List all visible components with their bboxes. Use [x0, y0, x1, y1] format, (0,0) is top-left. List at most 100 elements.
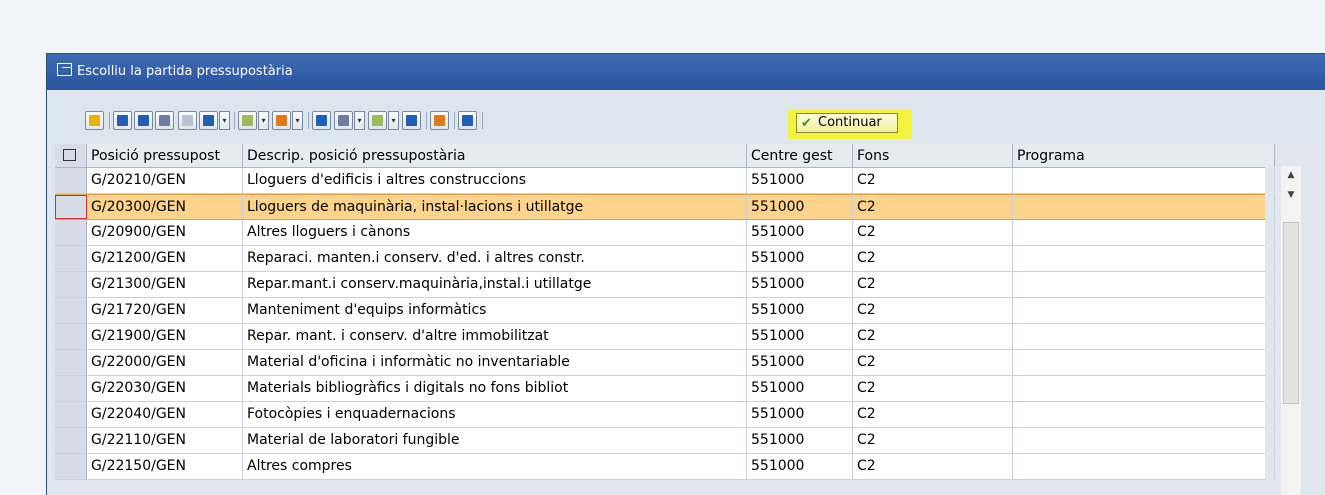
row-selector[interactable]: [55, 324, 87, 349]
cell-fons[interactable]: C2: [853, 220, 1013, 245]
col-header-fons[interactable]: Fons: [853, 144, 1013, 167]
graphic-icon[interactable]: [430, 111, 449, 130]
cell-centre[interactable]: 551000: [747, 168, 853, 193]
cell-centre[interactable]: 551000: [747, 272, 853, 297]
table-row[interactable]: G/20210/GEN Lloguers d'edificis i altres …: [55, 168, 1275, 194]
cell-fons[interactable]: C2: [853, 272, 1013, 297]
col-header-descripcio[interactable]: Descrip. posició pressupostària: [243, 144, 747, 167]
cell-programa[interactable]: [1013, 428, 1275, 453]
row-selector[interactable]: [55, 220, 87, 245]
row-selector[interactable]: [55, 298, 87, 323]
row-selector[interactable]: [55, 195, 87, 219]
scroll-up-icon[interactable]: ▲: [1281, 166, 1301, 184]
vertical-scrollbar[interactable]: ▲ ▼: [1281, 166, 1301, 495]
cell-fons[interactable]: C2: [853, 246, 1013, 271]
cell-programa[interactable]: [1013, 376, 1275, 401]
cell-fons[interactable]: C2: [853, 454, 1013, 479]
row-selector[interactable]: [55, 454, 87, 479]
cell-centre[interactable]: 551000: [747, 246, 853, 271]
row-selector[interactable]: [55, 376, 87, 401]
views-dropdown-icon[interactable]: ▾: [354, 111, 365, 130]
cell-centre[interactable]: 551000: [747, 454, 853, 479]
cell-descripcio[interactable]: Materials bibliogràfics i digitals no fo…: [243, 376, 747, 401]
cell-descripcio[interactable]: Repar. mant. i conserv. d'altre immobili…: [243, 324, 747, 349]
cell-posicio[interactable]: G/21300/GEN: [87, 272, 243, 297]
row-selector[interactable]: [55, 350, 87, 375]
cell-posicio[interactable]: G/22040/GEN: [87, 402, 243, 427]
cell-programa[interactable]: [1013, 220, 1275, 245]
cell-programa[interactable]: [1013, 324, 1275, 349]
cell-centre[interactable]: 551000: [747, 324, 853, 349]
cell-posicio[interactable]: G/22030/GEN: [87, 376, 243, 401]
cell-descripcio[interactable]: Manteniment d'equips informàtics: [243, 298, 747, 323]
cell-centre[interactable]: 551000: [747, 376, 853, 401]
cell-posicio[interactable]: G/21720/GEN: [87, 298, 243, 323]
cell-posicio[interactable]: G/20300/GEN: [87, 195, 243, 219]
cell-programa[interactable]: [1013, 350, 1275, 375]
cell-posicio[interactable]: G/21900/GEN: [87, 324, 243, 349]
layout-icon[interactable]: [402, 111, 421, 130]
table-row[interactable]: G/22110/GEN Material de laboratori fungib…: [55, 428, 1275, 454]
cell-descripcio[interactable]: Reparaci. manten.i conserv. d'ed. i altr…: [243, 246, 747, 271]
col-header-centre[interactable]: Centre gest: [747, 144, 853, 167]
cell-descripcio[interactable]: Altres compres: [243, 454, 747, 479]
cell-centre[interactable]: 551000: [747, 350, 853, 375]
find-next-icon[interactable]: [178, 111, 197, 130]
find-icon[interactable]: [155, 111, 174, 130]
cell-posicio[interactable]: G/20210/GEN: [87, 168, 243, 193]
info-icon[interactable]: [458, 111, 477, 130]
cell-posicio[interactable]: G/22000/GEN: [87, 350, 243, 375]
cell-posicio[interactable]: G/22150/GEN: [87, 454, 243, 479]
table-row[interactable]: G/22150/GEN Altres compres 551000 C2: [55, 454, 1275, 480]
table-row[interactable]: G/20900/GEN Altres lloguers i cànons 55100…: [55, 220, 1275, 246]
cell-programa[interactable]: [1013, 246, 1275, 271]
table-row[interactable]: G/22000/GEN Material d'oficina i informàt…: [55, 350, 1275, 376]
cell-fons[interactable]: C2: [853, 298, 1013, 323]
filter-dropdown-icon[interactable]: ▾: [219, 111, 230, 130]
cell-descripcio[interactable]: Repar.mant.i conserv.maquinària,instal.i…: [243, 272, 747, 297]
cell-fons[interactable]: C2: [853, 324, 1013, 349]
cell-descripcio[interactable]: Material d'oficina i informàtic no inven…: [243, 350, 747, 375]
scroll-thumb[interactable]: [1283, 222, 1299, 404]
cell-fons[interactable]: C2: [853, 195, 1013, 219]
cell-programa[interactable]: [1013, 298, 1275, 323]
select-all-cell[interactable]: [55, 144, 87, 167]
table-row[interactable]: G/21900/GEN Repar. mant. i conserv. d'alt…: [55, 324, 1275, 350]
cell-programa[interactable]: [1013, 402, 1275, 427]
cell-posicio[interactable]: G/21200/GEN: [87, 246, 243, 271]
cell-centre[interactable]: 551000: [747, 402, 853, 427]
cell-centre[interactable]: 551000: [747, 428, 853, 453]
cell-posicio[interactable]: G/22110/GEN: [87, 428, 243, 453]
row-selector[interactable]: [55, 246, 87, 271]
continue-button[interactable]: ✔ Continuar: [796, 113, 898, 133]
cell-fons[interactable]: C2: [853, 428, 1013, 453]
row-selector[interactable]: [55, 428, 87, 453]
cell-descripcio[interactable]: Fotocòpies i enquadernacions: [243, 402, 747, 427]
col-header-posicio[interactable]: Posició pressupost: [87, 144, 243, 167]
table-row[interactable]: G/22030/GEN Materials bibliogràfics i dig…: [55, 376, 1275, 402]
row-selector[interactable]: [55, 168, 87, 193]
sum-icon[interactable]: [238, 111, 257, 130]
cell-posicio[interactable]: G/20900/GEN: [87, 220, 243, 245]
table-row[interactable]: G/22040/GEN Fotocòpies i enquadernacions 5…: [55, 402, 1275, 428]
cell-centre[interactable]: 551000: [747, 298, 853, 323]
cell-fons[interactable]: C2: [853, 376, 1013, 401]
sort-ascending-icon[interactable]: [113, 111, 132, 130]
cell-fons[interactable]: C2: [853, 168, 1013, 193]
subtotals-dropdown-icon[interactable]: ▾: [292, 111, 303, 130]
cell-centre[interactable]: 551000: [747, 220, 853, 245]
cell-programa[interactable]: [1013, 454, 1275, 479]
print-icon[interactable]: [312, 111, 331, 130]
cell-descripcio[interactable]: Material de laboratori fungible: [243, 428, 747, 453]
col-header-programa[interactable]: Programa: [1013, 144, 1275, 167]
cell-descripcio[interactable]: Lloguers d'edificis i altres construccio…: [243, 168, 747, 193]
table-row[interactable]: G/21200/GEN Reparaci. manten.i conserv. d…: [55, 246, 1275, 272]
row-selector[interactable]: [55, 402, 87, 427]
export-icon[interactable]: [368, 111, 387, 130]
cell-programa[interactable]: [1013, 272, 1275, 297]
scroll-down-icon[interactable]: ▼: [1281, 186, 1301, 204]
table-row[interactable]: G/21300/GEN Repar.mant.i conserv.maquinàr…: [55, 272, 1275, 298]
cell-programa[interactable]: [1013, 168, 1275, 193]
cell-fons[interactable]: C2: [853, 402, 1013, 427]
table-row[interactable]: G/20300/GEN Lloguers de maquinària, insta…: [55, 194, 1275, 220]
